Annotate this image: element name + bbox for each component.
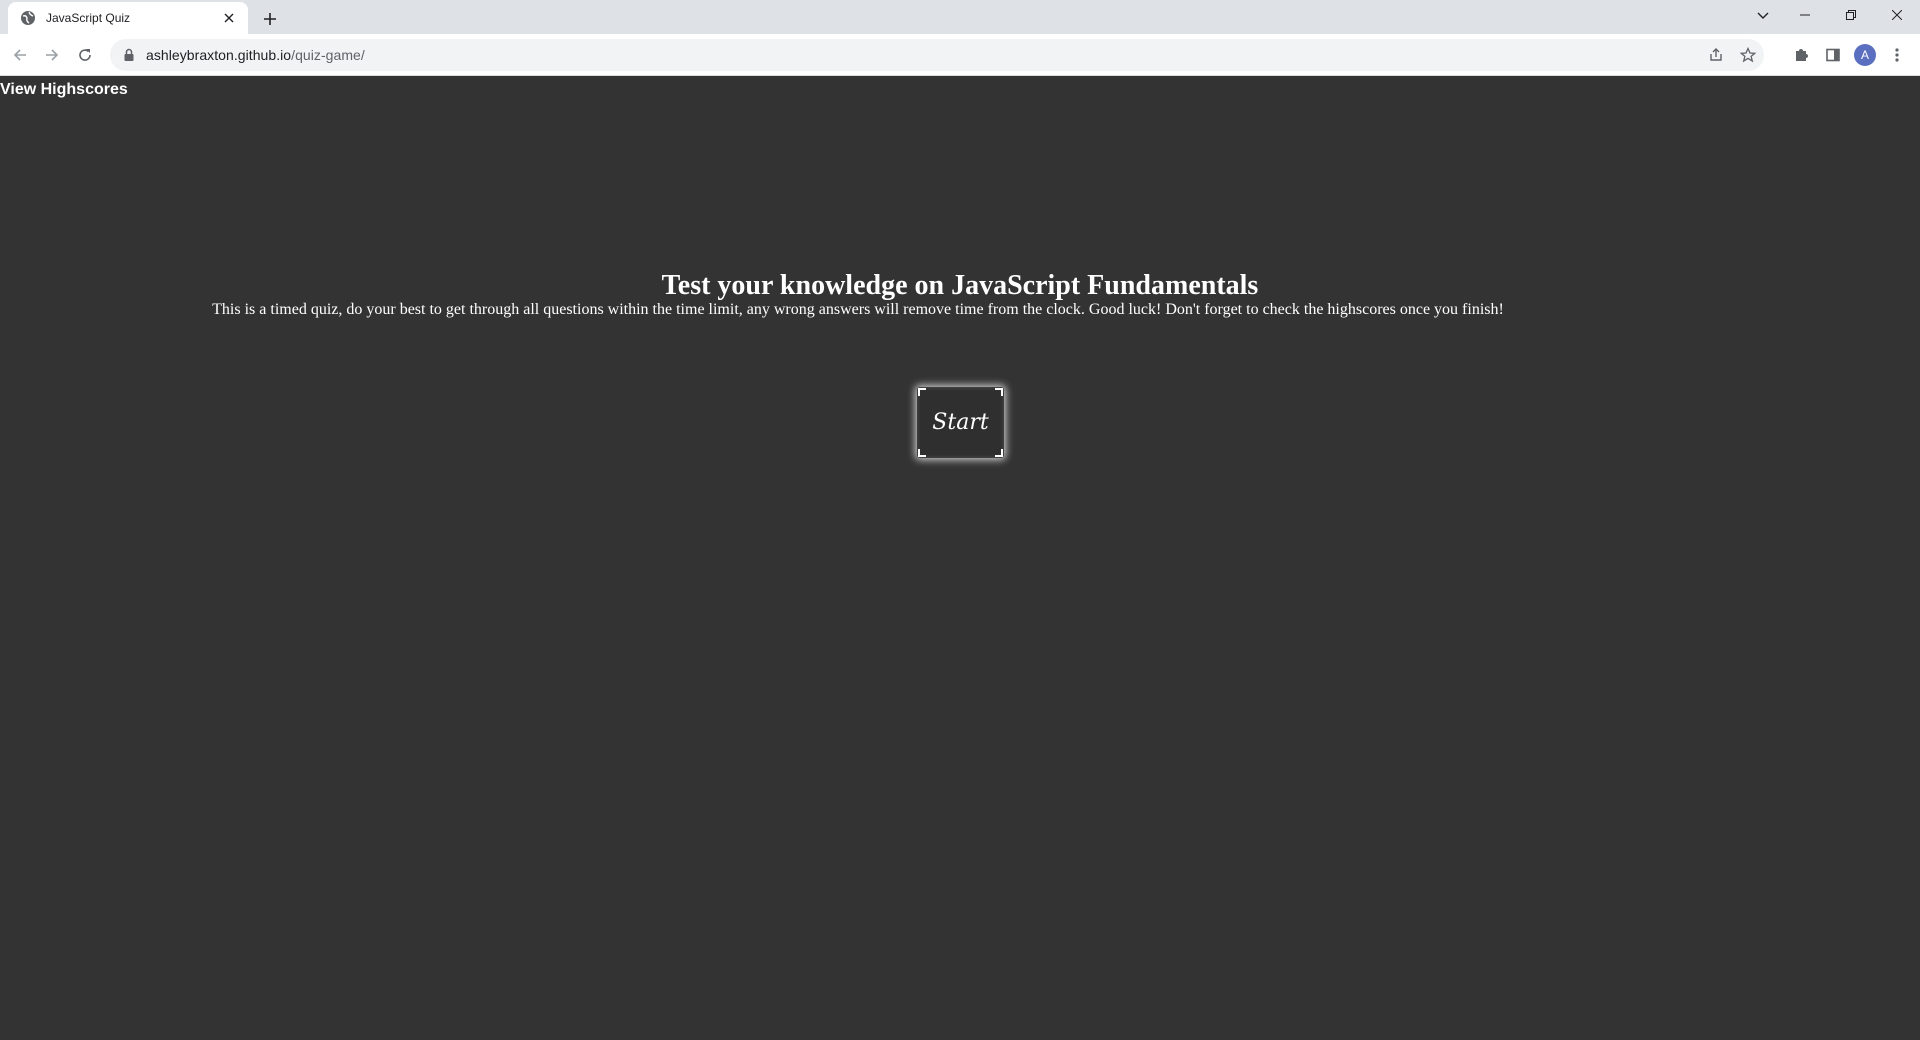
address-bar[interactable]: ashleybraxton.github.io/quiz-game/ (110, 39, 1764, 71)
extensions-button[interactable] (1785, 39, 1817, 71)
browser-tab[interactable]: JavaScript Quiz (8, 2, 248, 34)
reload-button[interactable] (71, 41, 99, 69)
plus-icon (264, 13, 276, 25)
corner-decoration (918, 449, 926, 457)
close-window-button[interactable] (1874, 0, 1920, 30)
share-icon (1710, 48, 1722, 61)
lock-icon (122, 48, 136, 62)
minimize-icon (1800, 14, 1810, 16)
arrow-left-icon (13, 49, 26, 61)
minimize-button[interactable] (1782, 0, 1828, 30)
new-tab-button[interactable] (258, 7, 282, 31)
bookmark-button[interactable] (1732, 39, 1764, 71)
reload-icon (79, 49, 91, 61)
share-button[interactable] (1700, 39, 1732, 71)
corner-decoration (995, 388, 1003, 396)
tab-search-button[interactable] (1749, 2, 1777, 30)
start-button[interactable]: Start (917, 387, 1004, 458)
chevron-down-icon (1757, 12, 1769, 19)
star-icon (1740, 47, 1756, 63)
tab-strip: JavaScript Quiz (0, 0, 1920, 34)
window-controls (1782, 0, 1920, 30)
view-highscores-link[interactable]: View Highscores (0, 81, 128, 99)
page-title: Test your knowledge on JavaScript Fundam… (661, 270, 1259, 301)
url-text: ashleybraxton.github.io/quiz-game/ (146, 47, 365, 63)
toolbar-right: A (1785, 39, 1913, 71)
browser-toolbar: ashleybraxton.github.io/quiz-game/ A (0, 34, 1920, 76)
start-button-label: Start (932, 410, 989, 435)
corner-decoration (995, 449, 1003, 457)
forward-button[interactable] (38, 41, 66, 69)
globe-icon (20, 10, 36, 26)
puzzle-icon (1796, 49, 1808, 61)
menu-button[interactable] (1881, 39, 1913, 71)
restore-button[interactable] (1828, 0, 1874, 30)
restore-icon (1846, 10, 1856, 20)
side-panel-button[interactable] (1817, 39, 1849, 71)
close-tab-icon[interactable] (220, 9, 238, 27)
corner-decoration (918, 388, 926, 396)
avatar: A (1854, 44, 1876, 66)
url-host: ashleybraxton.github.io (146, 47, 292, 63)
side-panel-icon (1826, 48, 1840, 62)
quiz-page: View Highscores Test your knowledge on J… (0, 77, 1920, 1040)
kebab-menu-icon (1895, 48, 1899, 62)
close-icon (1892, 10, 1902, 20)
url-path: /quiz-game/ (291, 47, 365, 63)
arrow-right-icon (46, 49, 59, 61)
back-button[interactable] (6, 41, 34, 69)
intro-description: This is a timed quiz, do your best to ge… (212, 301, 1504, 318)
profile-button[interactable]: A (1849, 39, 1881, 71)
tab-title: JavaScript Quiz (46, 11, 131, 25)
